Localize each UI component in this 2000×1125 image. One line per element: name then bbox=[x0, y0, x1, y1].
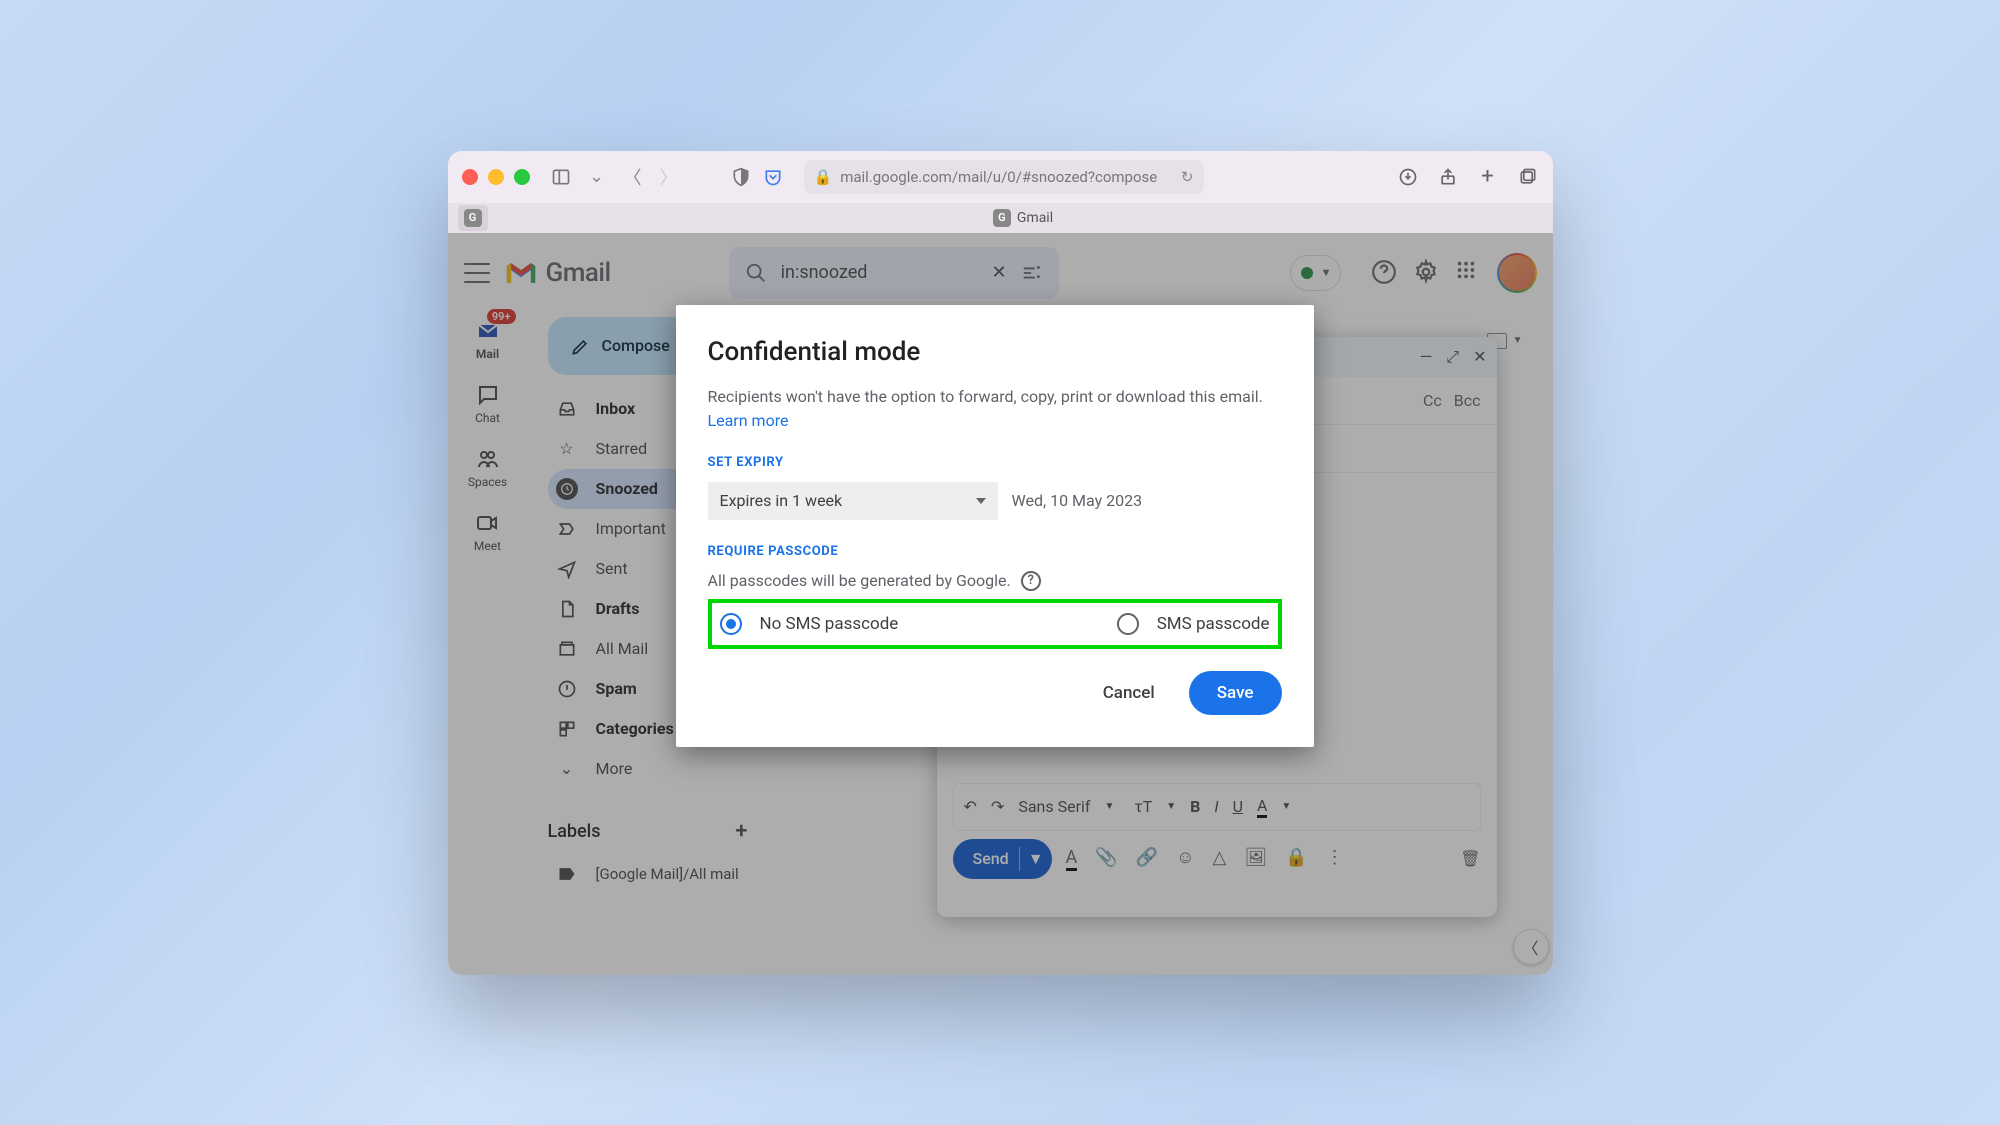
tab-favicon: G bbox=[464, 209, 482, 227]
maximize-window-icon[interactable] bbox=[514, 169, 530, 185]
expiry-row: Expires in 1 week Wed, 10 May 2023 bbox=[708, 482, 1282, 520]
active-tab[interactable]: G Gmail bbox=[993, 209, 1053, 227]
confidential-mode-dialog: Confidential mode Recipients won't have … bbox=[676, 305, 1314, 747]
radio-checked-icon bbox=[720, 613, 742, 635]
titlebar: ⌄ 〈 〉 🔒 mail.google.com/mail/u/0/#snooze… bbox=[448, 151, 1553, 203]
toolbar-left: ⌄ 〈 〉 bbox=[550, 166, 680, 188]
gmail-app: Gmail in:snoozed ✕ ▼ bbox=[448, 233, 1553, 975]
back-icon[interactable]: 〈 bbox=[622, 166, 644, 188]
tab-strip: G G Gmail bbox=[448, 203, 1553, 233]
lock-icon: 🔒 bbox=[814, 168, 833, 186]
dialog-desc-text: Recipients won't have the option to forw… bbox=[708, 387, 1263, 406]
tab-title: Gmail bbox=[1017, 210, 1053, 226]
tab-favicon: G bbox=[993, 209, 1011, 227]
pinned-tab[interactable]: G bbox=[458, 205, 488, 231]
passcode-radio-group: No SMS passcode SMS passcode bbox=[708, 599, 1282, 649]
expiry-value: Expires in 1 week bbox=[720, 491, 843, 510]
learn-more-link[interactable]: Learn more bbox=[708, 411, 789, 430]
dialog-title: Confidential mode bbox=[708, 337, 1282, 367]
url-bar[interactable]: 🔒 mail.google.com/mail/u/0/#snoozed?comp… bbox=[804, 160, 1204, 194]
passcode-desc-text: All passcodes will be generated by Googl… bbox=[708, 571, 1011, 590]
reload-icon[interactable]: ↻ bbox=[1181, 168, 1194, 186]
pocket-icon[interactable] bbox=[762, 166, 784, 188]
new-tab-icon[interactable]: + bbox=[1477, 166, 1499, 188]
radio-unchecked-icon bbox=[1117, 613, 1139, 635]
close-window-icon[interactable] bbox=[462, 169, 478, 185]
share-icon[interactable] bbox=[1437, 166, 1459, 188]
set-expiry-heading: SET EXPIRY bbox=[708, 455, 1282, 470]
radio-label: No SMS passcode bbox=[760, 614, 899, 634]
chevron-down-icon[interactable]: ⌄ bbox=[586, 166, 608, 188]
tabs-icon[interactable] bbox=[1517, 166, 1539, 188]
cancel-button[interactable]: Cancel bbox=[1089, 673, 1169, 713]
toolbar-right: + bbox=[1397, 166, 1539, 188]
url-text: mail.google.com/mail/u/0/#snoozed?compos… bbox=[840, 168, 1173, 186]
chevron-down-icon bbox=[976, 498, 986, 504]
minimize-window-icon[interactable] bbox=[488, 169, 504, 185]
require-passcode-heading: REQUIRE PASSCODE bbox=[708, 544, 1282, 559]
expiry-date: Wed, 10 May 2023 bbox=[1012, 491, 1143, 510]
forward-icon[interactable]: 〉 bbox=[658, 166, 680, 188]
save-button[interactable]: Save bbox=[1189, 671, 1282, 715]
window-controls bbox=[462, 169, 530, 185]
radio-sms[interactable]: SMS passcode bbox=[1000, 613, 1270, 635]
sidebar-toggle-icon[interactable] bbox=[550, 166, 572, 188]
shield-icon[interactable] bbox=[730, 166, 752, 188]
dialog-description: Recipients won't have the option to forw… bbox=[708, 385, 1282, 433]
dialog-actions: Cancel Save bbox=[708, 671, 1282, 715]
browser-window: ⌄ 〈 〉 🔒 mail.google.com/mail/u/0/#snooze… bbox=[448, 151, 1553, 975]
radio-label: SMS passcode bbox=[1157, 614, 1270, 634]
radio-no-sms[interactable]: No SMS passcode bbox=[720, 613, 990, 635]
expiry-select[interactable]: Expires in 1 week bbox=[708, 482, 998, 520]
downloads-icon[interactable] bbox=[1397, 166, 1419, 188]
help-icon[interactable]: ? bbox=[1021, 571, 1041, 591]
passcode-description: All passcodes will be generated by Googl… bbox=[708, 571, 1282, 591]
